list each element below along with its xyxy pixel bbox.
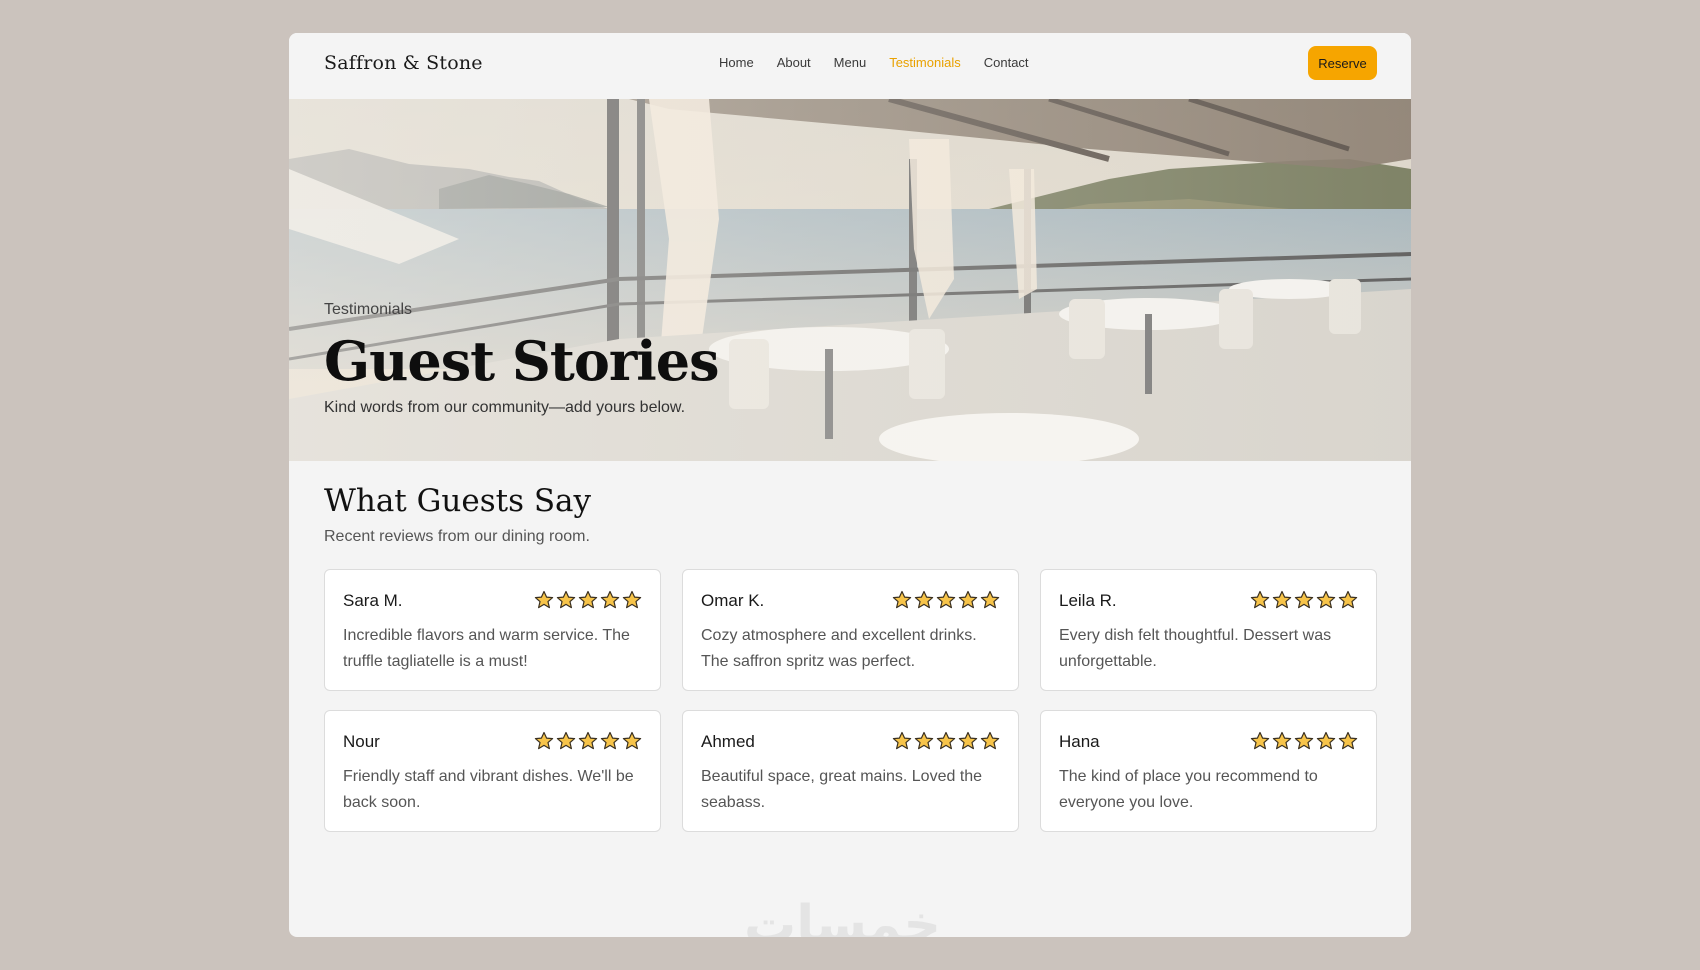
star-rating	[1250, 731, 1358, 751]
star-icon	[914, 590, 934, 609]
review-text: Every dish felt thoughtful. Dessert was …	[1059, 627, 1332, 670]
section-title: What Guests Say	[324, 483, 592, 519]
star-icon	[958, 590, 978, 609]
star-icon	[936, 590, 956, 609]
star-rating	[1250, 590, 1358, 610]
star-icon	[1316, 590, 1336, 609]
star-icon	[556, 731, 576, 750]
hero-kicker: Testimonials	[324, 301, 413, 318]
review-text: Friendly staff and vibrant dishes. We'll…	[343, 768, 634, 811]
star-rating	[892, 731, 1000, 751]
nav-home[interactable]: Home	[719, 55, 754, 75]
reviewer-name: Sara M.	[343, 591, 403, 610]
review-card: Ahmed Beautiful space, great mains. Love…	[682, 710, 1019, 832]
star-icon	[1272, 731, 1292, 750]
review-text: Incredible flavors and warm service. The…	[343, 627, 630, 670]
star-icon	[980, 731, 1000, 750]
hero-subtitle: Kind words from our community—add yours …	[324, 399, 686, 416]
review-card: Omar K. Cozy atmosphere and excellent dr…	[682, 569, 1019, 691]
star-icon	[1316, 731, 1336, 750]
hero-title: Guest Stories	[324, 329, 720, 393]
site-window: Saffron & Stone Home About Menu Testimon…	[289, 33, 1411, 937]
watermark-logo: خمسات	[744, 895, 942, 937]
review-text: Cozy atmosphere and excellent drinks. Th…	[701, 627, 977, 670]
reviewer-name: Nour	[343, 732, 380, 751]
nav-testimonials[interactable]: Testimonials	[889, 55, 961, 75]
reviews-grid: Sara M. Incredible flavors and warm serv…	[324, 569, 1377, 837]
nav-menu[interactable]: Menu	[834, 55, 867, 75]
star-icon	[980, 590, 1000, 609]
star-icon	[1294, 590, 1314, 609]
star-icon	[1250, 590, 1270, 609]
star-icon	[892, 731, 912, 750]
star-icon	[622, 590, 642, 609]
star-rating	[534, 590, 642, 610]
review-card: Sara M. Incredible flavors and warm serv…	[324, 569, 661, 691]
star-icon	[1294, 731, 1314, 750]
star-icon	[1272, 590, 1292, 609]
hero-banner: Testimonials Guest Stories Kind words fr…	[289, 99, 1411, 461]
star-icon	[1250, 731, 1270, 750]
star-icon	[622, 731, 642, 750]
review-card: Leila R. Every dish felt thoughtful. Des…	[1040, 569, 1377, 691]
star-icon	[914, 731, 934, 750]
review-text: Beautiful space, great mains. Loved the …	[701, 768, 983, 811]
star-icon	[534, 590, 554, 609]
nav-about[interactable]: About	[777, 55, 811, 75]
star-icon	[578, 590, 598, 609]
brand-logo[interactable]: Saffron & Stone	[324, 52, 483, 74]
main-nav: Home About Menu Testimonials Contact	[719, 55, 1052, 75]
nav-contact[interactable]: Contact	[984, 55, 1029, 75]
reviewer-name: Leila R.	[1059, 591, 1117, 610]
star-icon	[958, 731, 978, 750]
star-icon	[1338, 731, 1358, 750]
review-card: Hana The kind of place you recommend to …	[1040, 710, 1377, 832]
reviewer-name: Hana	[1059, 732, 1100, 751]
section-subtitle: Recent reviews from our dining room.	[324, 528, 590, 545]
star-rating	[534, 731, 642, 751]
star-rating	[892, 590, 1000, 610]
star-icon	[556, 590, 576, 609]
star-icon	[936, 731, 956, 750]
reserve-button[interactable]: Reserve	[1308, 46, 1377, 80]
star-icon	[1338, 590, 1358, 609]
star-icon	[534, 731, 554, 750]
star-icon	[892, 590, 912, 609]
review-card: Nour Friendly staff and vibrant dishes. …	[324, 710, 661, 832]
site-header: Saffron & Stone Home About Menu Testimon…	[289, 33, 1411, 99]
reviewer-name: Ahmed	[701, 732, 755, 751]
review-text: The kind of place you recommend to every…	[1059, 768, 1318, 811]
star-icon	[578, 731, 598, 750]
reviewer-name: Omar K.	[701, 591, 765, 610]
star-icon	[600, 590, 620, 609]
star-icon	[600, 731, 620, 750]
